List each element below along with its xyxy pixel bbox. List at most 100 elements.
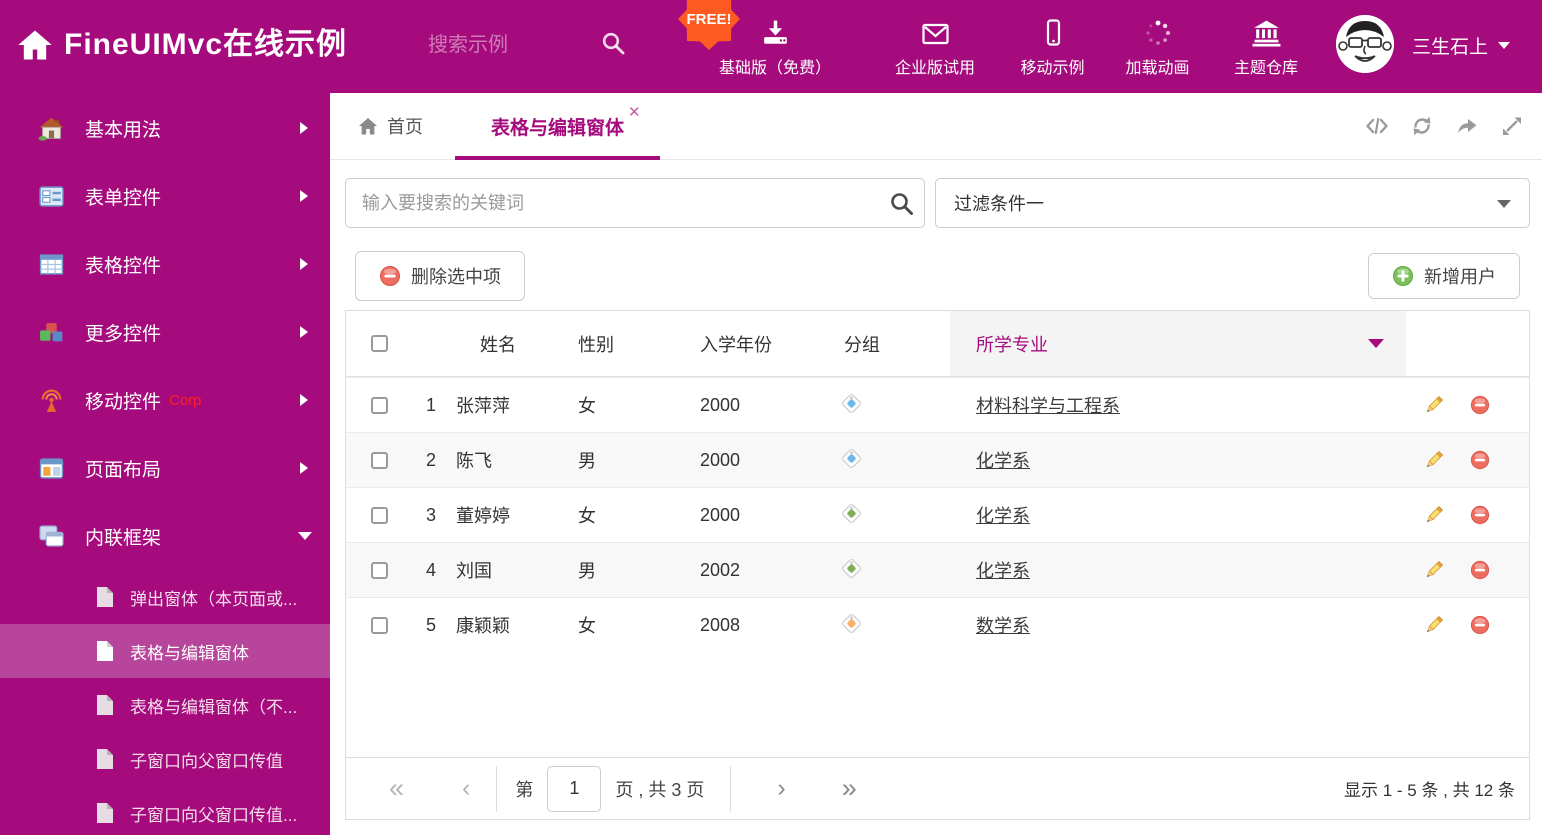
delete-row-button[interactable] (1470, 505, 1490, 525)
sidebar-subitem-label: 子窗口向父窗口传值 (130, 751, 283, 771)
search-icon[interactable] (600, 30, 627, 57)
app-window: FineUIMvc在线示例 FREE! 基础版（免费） (0, 0, 1542, 835)
sidebar-subitem-grid-edit-window-2[interactable]: 表格与编辑窗体（不... (0, 678, 330, 732)
edit-button[interactable] (1424, 560, 1444, 580)
file-icon (97, 749, 113, 769)
edit-button[interactable] (1424, 395, 1444, 415)
search-input[interactable] (345, 178, 925, 228)
pager-divider (730, 765, 732, 812)
cell-gender: 女 (578, 396, 596, 416)
sidebar-item-label: 基本用法 (85, 119, 162, 141)
sidebar-item-iframe[interactable]: 内联框架 (0, 502, 330, 570)
user-menu[interactable]: 三生石上 (1412, 0, 1511, 90)
prev-page-button[interactable]: ‹ (462, 776, 470, 801)
search-icon[interactable] (888, 190, 916, 218)
edit-button[interactable] (1424, 450, 1444, 470)
antenna-icon (41, 389, 62, 412)
avatar[interactable] (1336, 15, 1394, 73)
row-checkbox[interactable] (370, 561, 388, 579)
main-content: 首页 表格与编辑窗体 ✕ 输入要搜索的关键词 过滤条件一 删除选中项 新增用户 … (330, 90, 1542, 835)
delete-row-button[interactable] (1470, 615, 1490, 635)
code-icon[interactable] (1365, 114, 1389, 138)
column-header-year[interactable]: 入学年份 (662, 331, 802, 357)
delete-row-button[interactable] (1470, 395, 1490, 415)
nav-item-basic-edition[interactable]: FREE! 基础版（免费） (678, 0, 860, 90)
forward-icon[interactable] (1455, 114, 1479, 138)
chevron-down-icon (1498, 41, 1511, 49)
sidebar-item-page-layout[interactable]: 页面布局 (0, 434, 330, 502)
add-user-button[interactable]: 新增用户 (1368, 253, 1520, 299)
filter-dropdown[interactable]: 过滤条件一 (935, 178, 1530, 228)
sidebar-subitem-child-to-parent[interactable]: 子窗口向父窗口传值 (0, 732, 330, 786)
row-checkbox[interactable] (370, 616, 388, 634)
chevron-right-icon (300, 462, 308, 474)
major-link[interactable]: 材料科学与工程系 (976, 396, 1120, 416)
column-header-group[interactable]: 分组 (802, 331, 950, 357)
row-checkbox[interactable] (370, 451, 388, 469)
sidebar-item-basic-usage[interactable]: 基本用法 (0, 94, 330, 162)
sidebar-subitem-grid-edit-window[interactable]: 表格与编辑窗体 (0, 624, 330, 678)
sidebar-item-mobile-controls[interactable]: 移动控件 Corp (0, 366, 330, 434)
sidebar-item-label: 表单控件 (85, 187, 162, 209)
nav-item-mobile-demo[interactable]: 移动示例 (1000, 0, 1105, 90)
delete-row-button[interactable] (1470, 450, 1490, 470)
frames-icon (39, 524, 64, 546)
edit-icon (1426, 450, 1444, 468)
nav-item-loading-animation[interactable]: 加载动画 (1105, 0, 1210, 90)
add-icon (1393, 266, 1413, 286)
select-all-checkbox[interactable] (370, 335, 388, 352)
edit-icon (1426, 395, 1444, 413)
table-row: 4 刘国 男 2002 化学系 (346, 542, 1529, 597)
nav-item-label: 基础版（免费） (718, 60, 831, 77)
last-page-button[interactable]: » (842, 775, 857, 802)
sidebar-item-grid-controls[interactable]: 表格控件 (0, 230, 330, 298)
header-search-input[interactable] (428, 28, 583, 62)
row-checkbox[interactable] (370, 396, 388, 414)
edit-button[interactable] (1424, 505, 1444, 525)
mobile-icon (1046, 19, 1060, 46)
form-icon (39, 185, 64, 207)
nav-item-theme-repo[interactable]: 主题仓库 (1212, 0, 1320, 90)
delete-icon (1470, 505, 1490, 525)
avatar-face-icon (1336, 15, 1394, 73)
tab-bar: 首页 表格与编辑窗体 ✕ (330, 93, 1542, 160)
chevron-right-icon (300, 326, 308, 338)
home-colorful-icon (38, 117, 64, 141)
sidebar-subitem-popup-window[interactable]: 弹出窗体（本页面或... (0, 570, 330, 624)
column-header-major[interactable]: 所学专业 (950, 311, 1406, 376)
close-icon[interactable]: ✕ (628, 105, 641, 120)
nav-item-enterprise-trial[interactable]: 企业版试用 (870, 0, 1000, 90)
major-link[interactable]: 化学系 (976, 451, 1030, 471)
cell-year: 2000 (700, 449, 741, 470)
major-link[interactable]: 化学系 (976, 561, 1030, 581)
edit-button[interactable] (1424, 615, 1444, 635)
first-page-button[interactable]: « (389, 775, 404, 802)
page-number-input[interactable] (547, 765, 602, 812)
row-checkbox[interactable] (370, 506, 388, 524)
sidebar-item-more-controls[interactable]: 更多控件 (0, 298, 330, 366)
delete-row-button[interactable] (1470, 560, 1490, 580)
expand-icon[interactable] (1500, 114, 1524, 138)
next-page-button[interactable]: › (777, 776, 785, 801)
chevron-right-icon (300, 122, 308, 134)
edit-icon (1426, 505, 1444, 523)
sidebar-item-label: 更多控件 (85, 323, 162, 345)
tab-home[interactable]: 首页 (358, 93, 423, 159)
sidebar-subitem-child-to-parent-2[interactable]: 子窗口向父窗口传值... (0, 786, 330, 835)
column-header-major-label: 所学专业 (976, 334, 1048, 355)
column-header-gender[interactable]: 性别 (562, 331, 662, 357)
home-icon[interactable] (16, 26, 54, 64)
delete-selected-button[interactable]: 删除选中项 (355, 251, 525, 301)
sidebar-item-form-controls[interactable]: 表单控件 (0, 162, 330, 230)
spinner-icon (1145, 20, 1170, 45)
sidebar-item-label: 内联框架 (85, 527, 162, 549)
pagination-bar: « ‹ 第 页 , 共 3 页 › » 显示 1 - 5 条 , 共 12 条 (346, 757, 1529, 819)
tab-grid-edit-window[interactable]: 表格与编辑窗体 (455, 93, 660, 160)
major-link[interactable]: 化学系 (976, 506, 1030, 526)
column-header-name[interactable]: 姓名 (450, 331, 562, 357)
major-link[interactable]: 数学系 (976, 616, 1030, 636)
sidebar-subitem-label: 表格与编辑窗体 (130, 643, 249, 663)
file-icon (97, 803, 113, 823)
envelope-icon (921, 23, 949, 45)
refresh-icon[interactable] (1410, 114, 1434, 138)
